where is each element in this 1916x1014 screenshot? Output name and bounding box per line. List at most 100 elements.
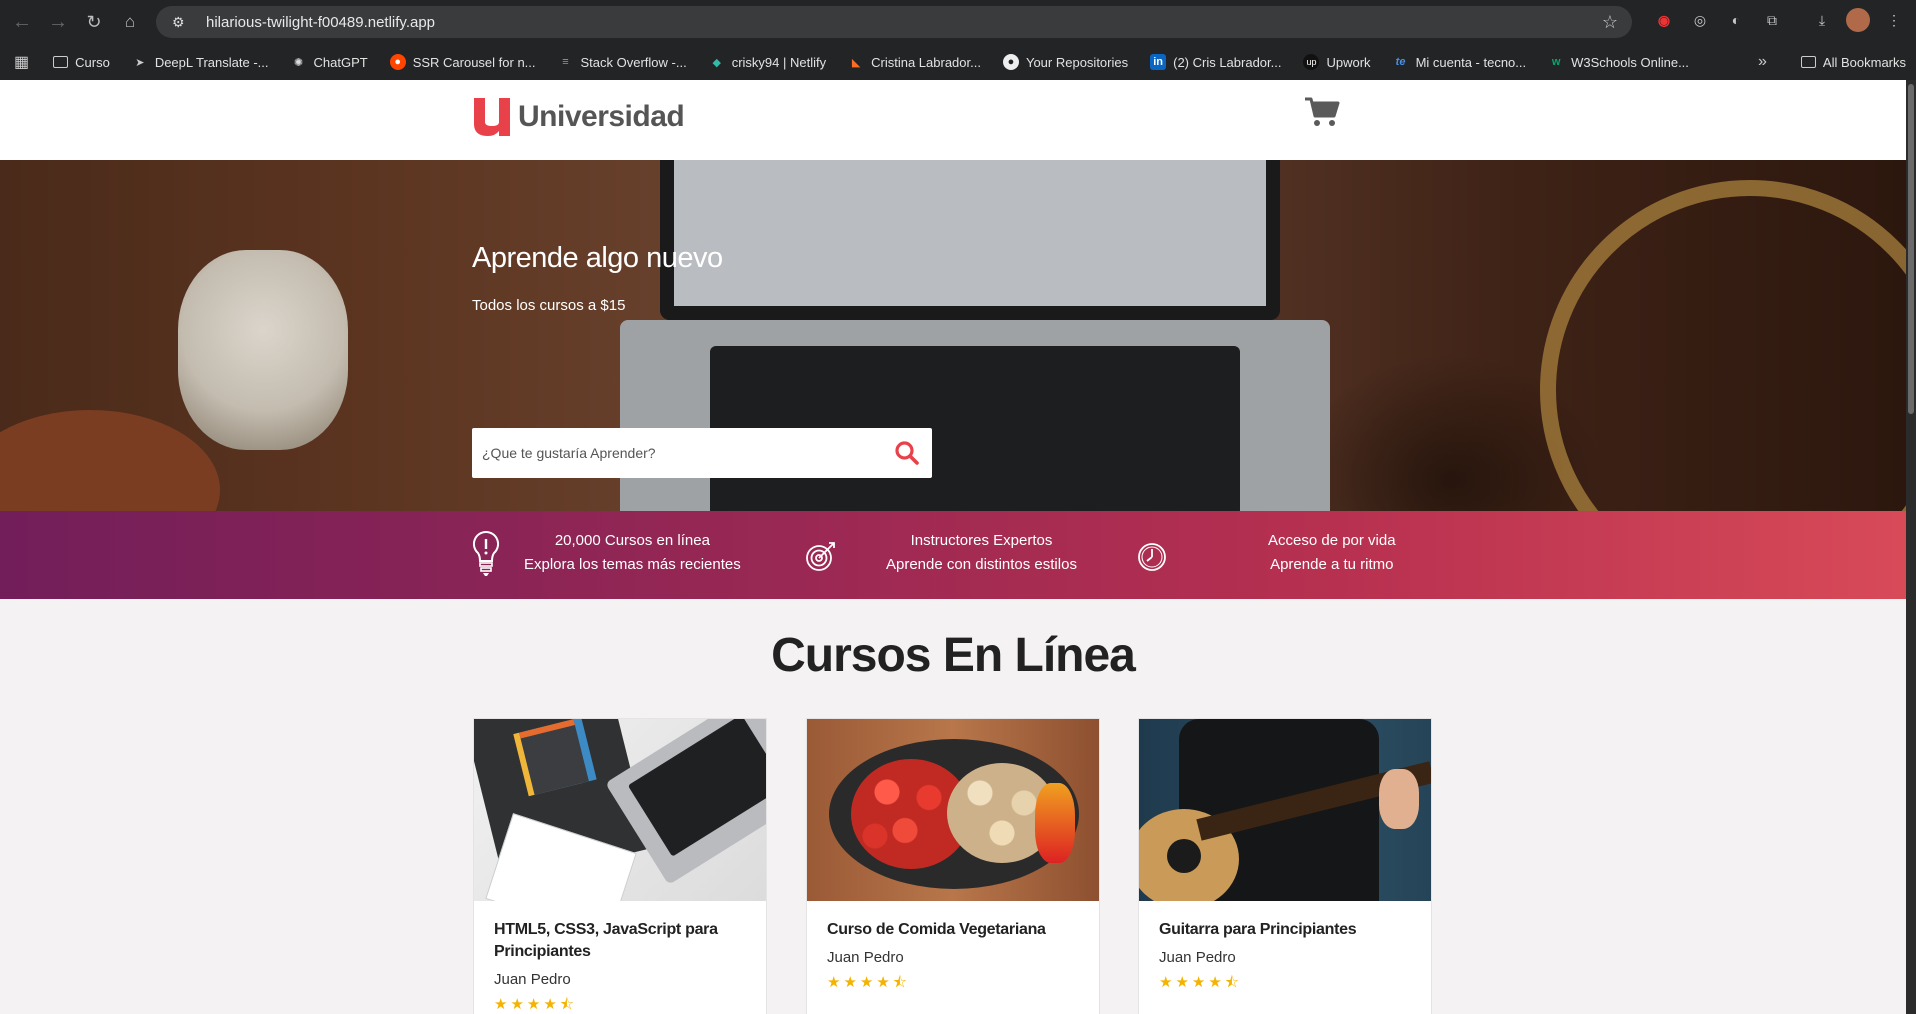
netlify-icon: ◆ — [712, 56, 721, 69]
bookmark-item[interactable]: te Mi cuenta - tecno... — [1393, 54, 1527, 70]
home-icon[interactable]: ⌂ — [112, 4, 148, 40]
feature-line1: Acceso de por vida — [1268, 532, 1396, 549]
feature-text: 20,000 Cursos en línea Explora los temas… — [524, 529, 741, 577]
download-icon[interactable]: ⤓ — [1810, 8, 1834, 32]
search-icon[interactable] — [894, 440, 920, 466]
search-input[interactable] — [472, 429, 872, 477]
bookmark-label: Cristina Labrador... — [871, 54, 981, 70]
chatgpt-icon: ✺ — [293, 56, 304, 69]
bookmark-star-icon[interactable]: ☆ — [1602, 12, 1618, 33]
bookmark-label: SSR Carousel for n... — [412, 54, 536, 70]
bookmarks-bar: ▦ Curso ➤ DeepL Translate -... ✺ ChatGPT ●… — [0, 44, 1916, 80]
web-page: Universidad Aprende algo nuevo Todos los… — [0, 80, 1906, 1014]
menu-icon[interactable]: ⋮ — [1882, 8, 1906, 32]
extensions-row: ◉ ◎ ◐ ⧉ ⤓ ⋮ — [1652, 8, 1906, 32]
hero-laptop-body — [620, 320, 1330, 511]
feature-courses: 20,000 Cursos en línea Explora los temas… — [470, 529, 741, 577]
section-title: Cursos En Línea — [771, 629, 1136, 682]
feature-instructors: Instructores Expertos Aprende con distin… — [804, 529, 1077, 577]
clock-icon — [1138, 543, 1166, 571]
rating-stars-icon: ★★★★⯪ — [1159, 974, 1242, 991]
site-logo[interactable]: Universidad — [472, 98, 685, 136]
feature-text: Instructores Expertos Aprende con distin… — [886, 529, 1077, 577]
course-body: Guitarra para Principiantes Juan Pedro ★… — [1139, 901, 1431, 1014]
course-body: Curso de Comida Vegetariana Juan Pedro ★… — [807, 901, 1099, 1014]
linkedin-icon: in — [1150, 54, 1167, 70]
browser-toolbar: ← → ↻ ⌂ ⚙ hilarious-twilight-f00489.netl… — [0, 0, 1916, 44]
hand — [1379, 769, 1419, 829]
laptop-keyboard — [627, 719, 766, 857]
bookmark-item[interactable]: Curso — [53, 55, 110, 70]
url-text[interactable]: hilarious-twilight-f00489.netlify.app — [206, 14, 435, 31]
apps-icon[interactable]: ▦ — [14, 52, 29, 72]
course-author: Juan Pedro — [494, 971, 571, 988]
back-icon[interactable]: ← — [4, 4, 40, 40]
course-search — [472, 428, 932, 478]
bookmark-label: W3Schools Online... — [1571, 54, 1689, 70]
hero-candle — [178, 250, 348, 450]
guitar-hole — [1167, 839, 1201, 873]
bookmark-label: Mi cuenta - tecno... — [1415, 54, 1527, 70]
bookmark-item[interactable]: up Upwork — [1303, 54, 1371, 70]
scrollbar-thumb[interactable] — [1908, 84, 1914, 414]
folder-icon — [1800, 56, 1816, 68]
puzzle-icon[interactable]: ⧉ — [1760, 8, 1784, 32]
feature-line2: Explora los temas más recientes — [524, 556, 741, 573]
feature-text: Acceso de por vida Aprende a tu ritmo — [1268, 529, 1396, 577]
feature-line1: Instructores Expertos — [910, 532, 1053, 549]
bookmark-item[interactable]: w W3Schools Online... — [1548, 54, 1689, 70]
hero-title: Aprende algo nuevo — [472, 242, 723, 274]
feature-access: Acceso de por vida Aprende a tu ritmo — [1136, 529, 1396, 577]
profile-avatar[interactable] — [1846, 8, 1870, 32]
course-card[interactable]: Guitarra para Principiantes Juan Pedro ★… — [1138, 718, 1432, 1014]
tecno-icon: te — [1395, 56, 1406, 68]
course-image — [1139, 719, 1431, 901]
forward-icon[interactable]: → — [40, 4, 76, 40]
bookmark-item[interactable]: ≡ Stack Overflow -... — [558, 54, 686, 70]
site-settings-icon[interactable]: ⚙ — [172, 14, 192, 31]
chevron-right-icon[interactable]: » — [1758, 53, 1767, 71]
ublock-icon[interactable]: ◉ — [1652, 8, 1676, 32]
reload-icon[interactable]: ↻ — [76, 4, 112, 40]
hero-laptop-screen — [660, 160, 1280, 320]
course-card[interactable]: Curso de Comida Vegetariana Juan Pedro ★… — [806, 718, 1100, 1014]
bookmark-label: crisky94 | Netlify — [731, 54, 827, 70]
bookmark-item[interactable]: ✺ ChatGPT — [291, 54, 368, 70]
course-title[interactable]: HTML5, CSS3, JavaScript para Principiant… — [494, 919, 746, 963]
course-author: Juan Pedro — [827, 949, 904, 966]
bookmark-item[interactable]: ● SSR Carousel for n... — [389, 54, 536, 70]
logo-text: Universidad — [518, 100, 685, 133]
bookmark-item[interactable]: in (2) Cris Labrador... — [1150, 54, 1281, 70]
course-card[interactable]: HTML5, CSS3, JavaScript para Principiant… — [473, 718, 767, 1014]
bookmark-label: Curso — [75, 54, 110, 70]
rating-stars-icon: ★★★★⯪ — [827, 974, 910, 991]
all-bookmarks[interactable]: All Bookmarks — [1800, 55, 1906, 70]
course-image — [474, 719, 766, 901]
extension-icon[interactable]: ◐ — [1724, 8, 1748, 32]
page-scrollbar[interactable] — [1906, 80, 1916, 1014]
rating-stars-icon: ★★★★⯪ — [494, 996, 577, 1013]
github-icon: ● — [1002, 54, 1019, 70]
reddit-icon: ● — [389, 54, 406, 70]
w3schools-icon: w — [1551, 56, 1561, 68]
deepl-icon: ➤ — [135, 56, 145, 69]
course-title[interactable]: Curso de Comida Vegetariana — [827, 919, 1079, 941]
cart-icon[interactable] — [1304, 96, 1340, 128]
feature-line2: Aprende a tu ritmo — [1270, 556, 1394, 573]
extension-icon[interactable]: ◎ — [1688, 8, 1712, 32]
gitlab-icon: ◣ — [851, 56, 861, 69]
bookmarks-right: » All Bookmarks — [1758, 44, 1906, 80]
folder-icon — [53, 56, 69, 68]
hero-subtitle: Todos los cursos a $15 — [472, 297, 626, 314]
browser-chrome: ← → ↻ ⌂ ⚙ hilarious-twilight-f00489.netl… — [0, 0, 1916, 80]
bookmark-item[interactable]: ◣ Cristina Labrador... — [848, 54, 981, 70]
feature-line2: Aprende con distintos estilos — [886, 556, 1077, 573]
bookmark-item[interactable]: ◆ crisky94 | Netlify — [709, 54, 826, 70]
bookmark-label: (2) Cris Labrador... — [1173, 54, 1282, 70]
course-title[interactable]: Guitarra para Principiantes — [1159, 919, 1411, 941]
address-bar[interactable]: ⚙ hilarious-twilight-f00489.netlify.app … — [156, 6, 1632, 38]
bookmark-item[interactable]: ➤ DeepL Translate -... — [132, 54, 268, 70]
bookmark-item[interactable]: ● Your Repositories — [1002, 54, 1128, 70]
target-icon — [806, 542, 835, 571]
bookmark-label: ChatGPT — [313, 54, 368, 70]
